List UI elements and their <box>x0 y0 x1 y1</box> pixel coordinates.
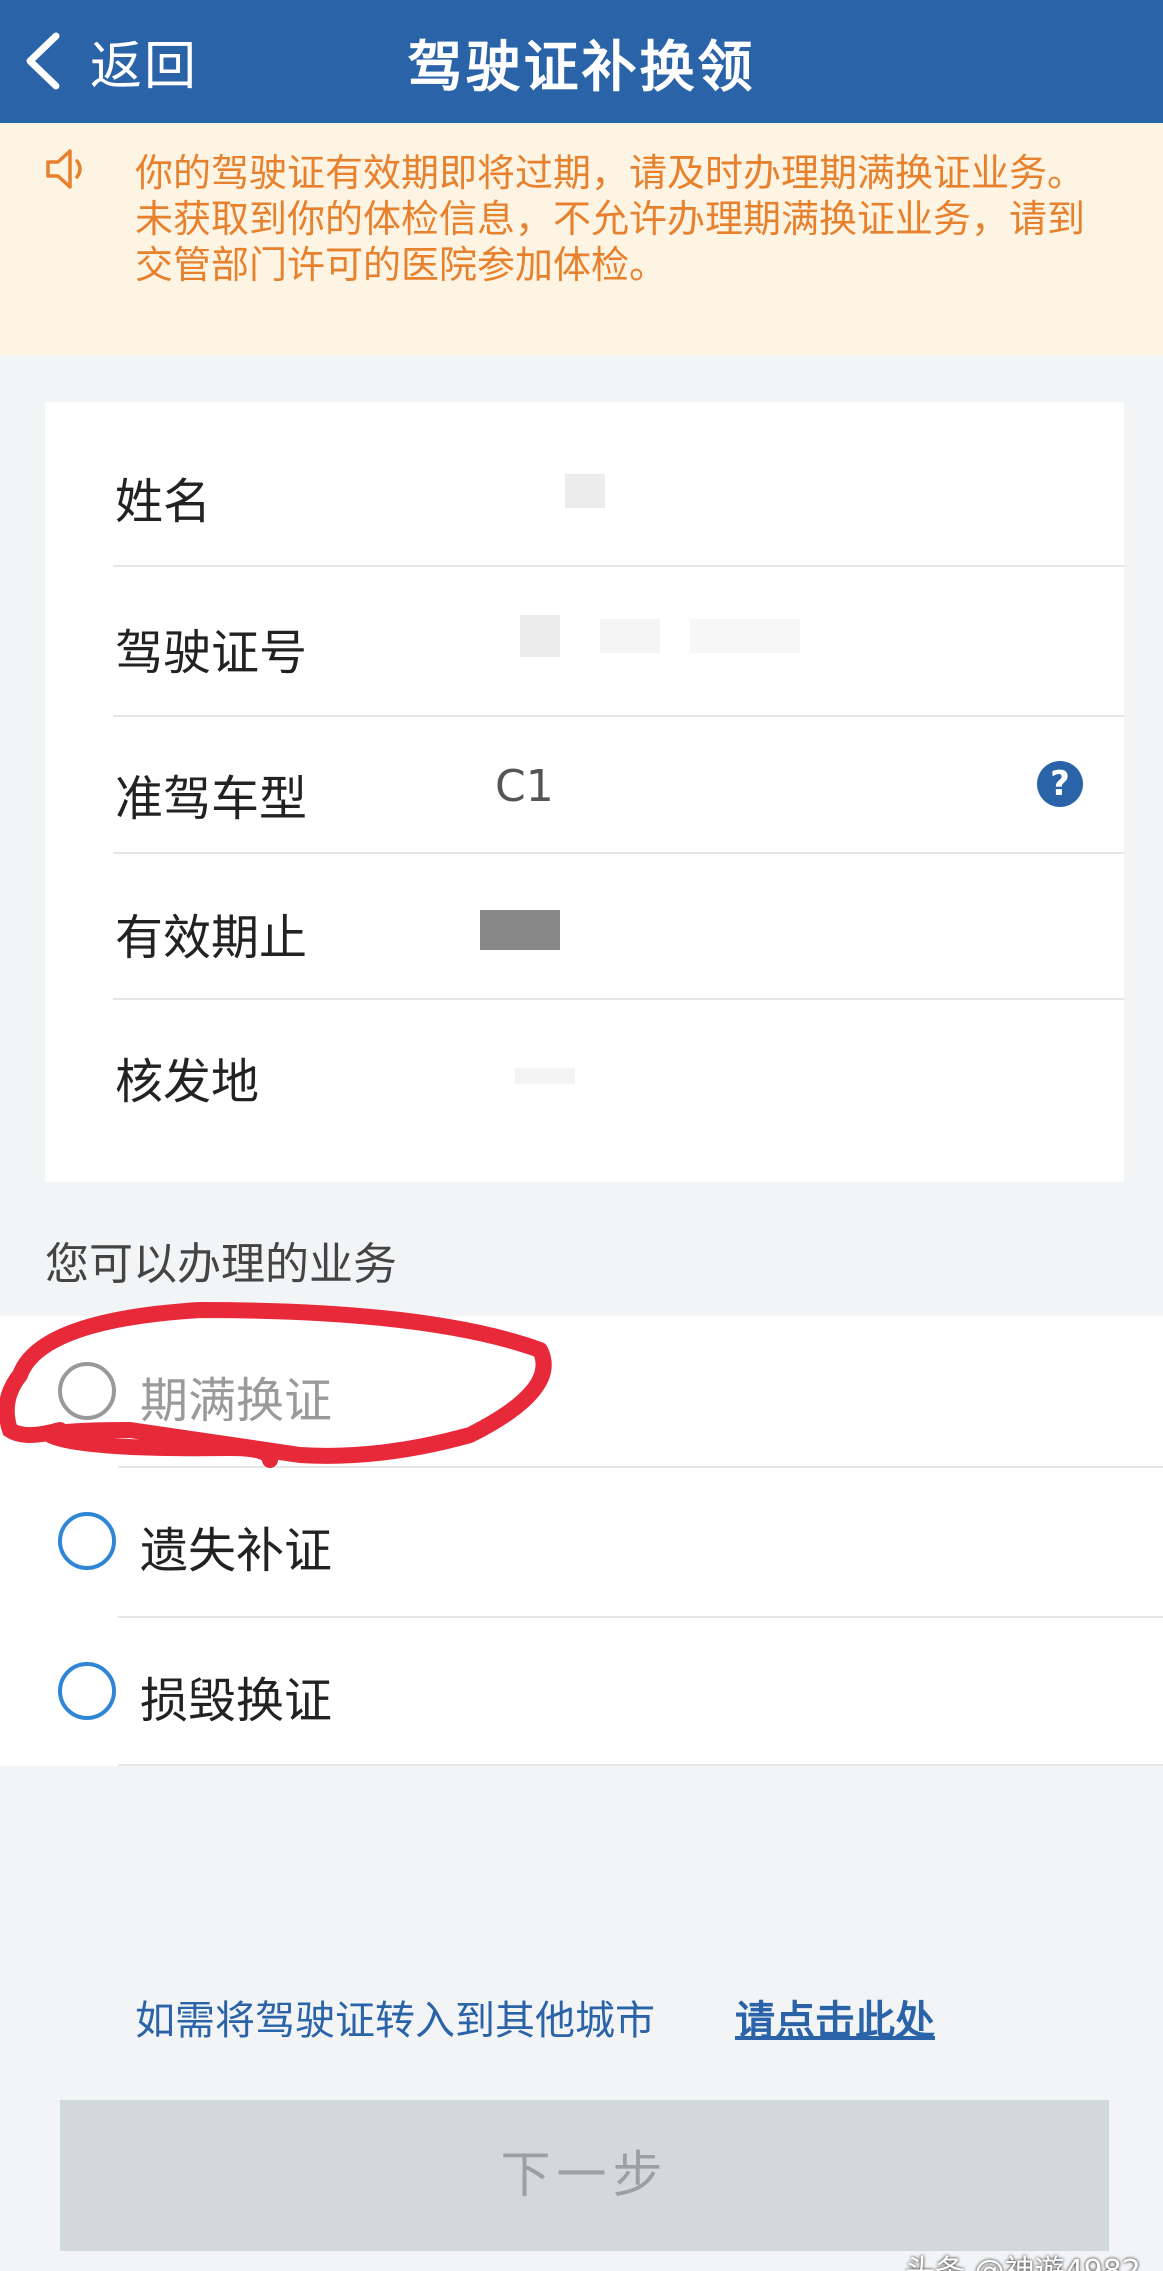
services-title: 您可以办理的业务 <box>45 1239 397 1290</box>
watermark: 头条 @神遊4982 <box>905 2246 1141 2271</box>
service-options: 期满换证 遗失补证 损毁换证 <box>0 1316 1163 1766</box>
transfer-link[interactable]: 请点击此处 <box>735 1988 935 2046</box>
row-issue-place: 核发地 <box>45 1000 1124 1182</box>
row-vehicle-type: 准驾车型 C1 ? <box>45 717 1124 852</box>
notice-line-expiry: 你的驾驶证有效期即将过期，请及时办理期满换证业务。 <box>135 151 1086 195</box>
notice-text: 你的驾驶证有效期即将过期，请及时办理期满换证业务。 未获取到你的体检信息，不允许… <box>135 150 1095 288</box>
row-name: 姓名 <box>45 402 1124 565</box>
option-lost-replacement[interactable]: 遗失补证 <box>0 1466 1163 1616</box>
page-title: 驾驶证补换领 <box>407 35 756 99</box>
radio-button <box>58 1362 116 1420</box>
option-label: 损毁换证 <box>140 1673 333 1729</box>
notice-line-medical: 未获取到你的体检信息，不允许办理期满换证业务，请到交管部门许可的医院参加体检。 <box>135 197 1086 287</box>
issue-place-label: 核发地 <box>115 1054 260 1110</box>
radio-button[interactable] <box>58 1512 116 1570</box>
expiry-label: 有效期止 <box>115 910 308 966</box>
radio-button[interactable] <box>58 1662 116 1720</box>
redacted-name <box>565 474 605 508</box>
speaker-icon <box>46 149 82 189</box>
redacted-license-number <box>600 619 660 653</box>
option-label: 期满换证 <box>140 1373 333 1429</box>
divider <box>118 1764 1163 1766</box>
vehicle-type-value: C1 <box>495 761 554 812</box>
transfer-text: 如需将驾驶证转入到其他城市 <box>135 1998 655 2044</box>
option-label: 遗失补证 <box>140 1523 333 1579</box>
option-damaged-replacement[interactable]: 损毁换证 <box>0 1616 1163 1766</box>
next-button[interactable]: 下一步 <box>60 2100 1109 2251</box>
redacted-license-number <box>520 615 560 657</box>
option-renewal: 期满换证 <box>0 1316 1163 1466</box>
redacted-expiry-date <box>480 910 560 950</box>
license-no-label: 驾驶证号 <box>115 625 308 681</box>
help-icon[interactable]: ? <box>1037 761 1083 807</box>
vehicle-type-label: 准驾车型 <box>115 771 308 827</box>
redacted-license-number <box>690 619 800 653</box>
name-label: 姓名 <box>115 474 212 530</box>
row-expiry-date: 有效期止 <box>45 854 1124 998</box>
row-license-number: 驾驶证号 <box>45 567 1124 715</box>
redacted-issue-place <box>515 1068 575 1084</box>
license-info-card: 姓名 驾驶证号 准驾车型 C1 ? 有效期止 核发地 <box>45 402 1124 1182</box>
nav-bar: 返回 驾驶证补换领 <box>0 0 1163 123</box>
